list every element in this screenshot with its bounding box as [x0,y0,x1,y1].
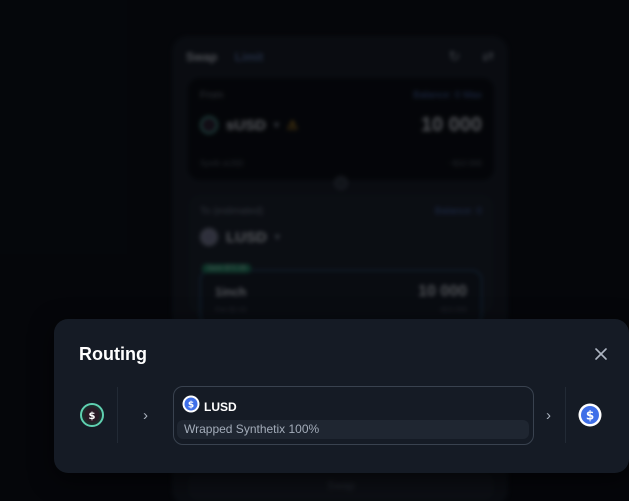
lusd-token-icon: $ [182,395,200,418]
hop-token-symbol: LUSD [204,399,237,414]
svg-text:$: $ [188,401,194,411]
svg-text:$: $ [89,411,96,422]
svg-text:$: $ [586,409,594,423]
chevron-right-icon: › [546,407,551,424]
hop-header: $ LUSD [182,395,237,418]
routing-path: $ › $ LUSD Wrapped Synthetix 100% › $ [54,385,629,447]
susd-token-icon: $ [80,403,104,427]
modal-title: Routing [79,344,147,364]
route-hop-lusd[interactable]: $ LUSD Wrapped Synthetix 100% [173,386,534,445]
lusd-token-icon: $ [578,403,602,427]
routing-modal: Routing $ › $ LUSD Wrapped Synthetix 100… [54,319,629,473]
close-icon[interactable] [593,346,609,362]
path-divider [565,387,566,443]
hop-protocol-share: Wrapped Synthetix 100% [177,420,529,439]
chevron-right-icon: › [143,407,148,424]
path-divider [117,387,118,443]
